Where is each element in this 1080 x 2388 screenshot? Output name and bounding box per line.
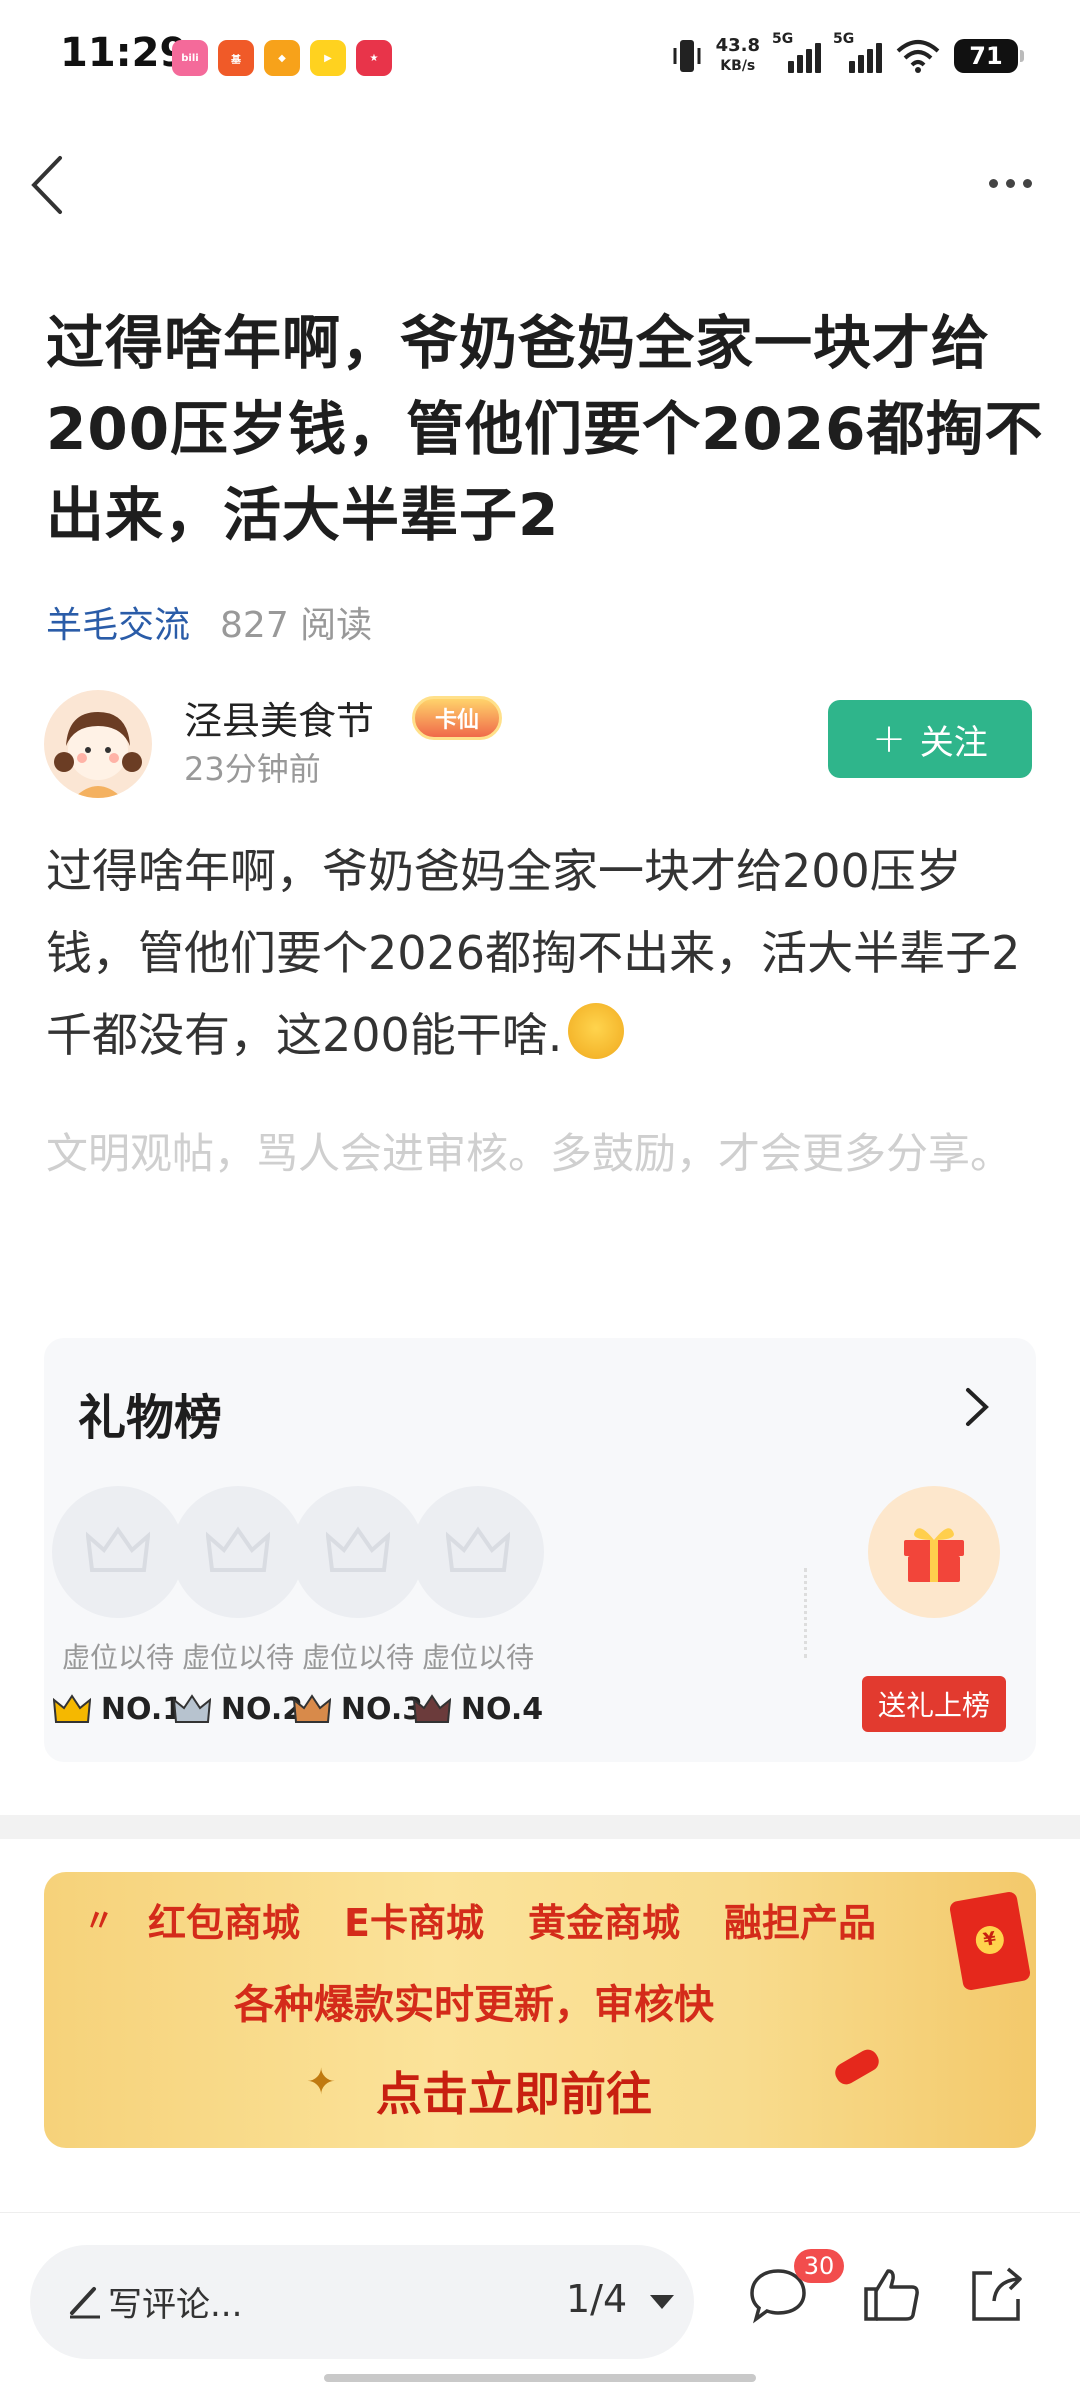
chevron-right-icon[interactable] <box>956 1382 996 1432</box>
section-divider <box>0 1815 1080 1839</box>
crown-outline-icon <box>292 1486 424 1618</box>
fund-icon: 基 <box>218 40 254 76</box>
dark-crown-icon <box>412 1693 451 1723</box>
gift-slot-1[interactable]: 虚位以待 NO.1 <box>50 1486 186 1727</box>
home-indicator[interactable] <box>324 2374 756 2382</box>
signal-strength-2: 5G <box>833 31 882 73</box>
more-dots-icon <box>988 178 998 188</box>
sparkle-icon: ✦ <box>306 2062 337 2103</box>
post-body: 过得啥年啊，爷奶爸妈全家一块才给200压岁钱，管他们要个2026都掏不出来，活大… <box>46 830 1046 1076</box>
author-level-badge: 卡仙 <box>412 696 502 740</box>
game-icon: ★ <box>356 40 392 76</box>
dropdown-caret-icon[interactable] <box>650 2295 674 2309</box>
gift-slot-4[interactable]: 虚位以待 NO.4 <box>410 1486 546 1727</box>
post-title: 过得啥年啊，爷奶爸妈全家一块才给200压岁钱，管他们要个2026都掏不出来，活大… <box>46 309 1044 549</box>
read-count: 827 阅读 <box>220 605 373 646</box>
gift-slot-placeholder: 虚位以待 <box>61 1641 174 1674</box>
post-meta: 羊毛交流 827 阅读 <box>46 596 372 648</box>
decoration-ticks: 〃 <box>84 1904 114 1939</box>
silver-crown-icon <box>172 1693 211 1723</box>
crying-emoji-icon <box>568 1003 625 1059</box>
mall-promo-banner[interactable]: 〃 红包商城 E卡商城 黄金商城 融担产品 各种爆款实时更新，审核快 ✦ 点击立… <box>44 1872 1036 2148</box>
signal-strength-1: 5G <box>772 31 821 73</box>
post-body-text: 过得啥年啊，爷奶爸妈全家一块才给200压岁钱，管他们要个2026都掏不出来，活大… <box>46 844 1021 1062</box>
author-avatar[interactable] <box>44 690 152 798</box>
gift-slot-rank: NO.2 <box>170 1692 306 1727</box>
banner-categories: 红包商城 E卡商城 黄金商城 融担产品 <box>148 1892 876 1947</box>
network-type-label: 5G <box>833 31 855 47</box>
post-time: 23分钟前 <box>184 750 321 788</box>
banner-item-redpacket-mall: 红包商城 <box>148 1901 301 1945</box>
comment-placeholder: 写评论... <box>108 2285 243 2325</box>
follow-label: 关注 <box>919 722 988 763</box>
vibrate-icon <box>673 40 701 72</box>
civility-notice: 文明观帖，骂人会进审核。多鼓励，才会更多分享。 <box>46 1129 1013 1178</box>
red-envelope-icon <box>948 1890 1032 1992</box>
back-chevron-icon[interactable] <box>24 150 74 220</box>
gift-slot-3[interactable]: 虚位以待 NO.3 <box>290 1486 426 1727</box>
gift-slot-placeholder: 虚位以待 <box>181 1641 294 1674</box>
gift-board: 礼物榜 虚位以待 NO.1 虚位以待 NO.2 虚位以待 NO.3 虚位以待 N… <box>44 1338 1036 1762</box>
gift-slot-placeholder: 虚位以待 <box>301 1641 414 1674</box>
gift-slot-rank: NO.1 <box>50 1692 186 1727</box>
comment-count-badge: 30 <box>794 2249 844 2283</box>
network-speed: 43.8 KB/s <box>716 36 760 76</box>
crown-outline-icon <box>412 1486 544 1618</box>
follow-button[interactable]: + 关注 <box>828 700 1032 778</box>
gift-slot-rank: NO.3 <box>290 1692 426 1727</box>
gift-slot-2[interactable]: 虚位以待 NO.2 <box>170 1486 306 1727</box>
more-options-button[interactable] <box>980 168 1040 198</box>
banner-item-gold-mall: 黄金商城 <box>527 1901 680 1945</box>
crown-outline-icon <box>172 1486 304 1618</box>
author-name[interactable]: 泾县美食节 <box>184 690 374 745</box>
pen-icon <box>70 2287 100 2319</box>
video-icon: ▶ <box>310 40 346 76</box>
gift-slot-rank: NO.4 <box>410 1692 546 1727</box>
plus-icon: + <box>872 716 906 762</box>
network-type-label: 5G <box>772 31 794 47</box>
banner-item-ecard-mall: E卡商城 <box>344 1901 484 1945</box>
thumbs-up-icon[interactable] <box>860 2263 924 2327</box>
network-speed-unit: KB/s <box>720 58 756 74</box>
meituan-icon: ◆ <box>264 40 300 76</box>
send-gift-button[interactable]: 送礼上榜 <box>862 1676 1006 1732</box>
network-speed-value: 43.8 <box>715 35 760 56</box>
bottom-action-bar: 写评论... 1/4 30 <box>0 2212 1080 2388</box>
rank-label: NO.4 <box>460 1692 544 1727</box>
divider <box>804 1568 807 1658</box>
battery-level: 71 <box>954 39 1024 73</box>
crown-outline-icon <box>52 1486 184 1618</box>
status-bar: 11:29 bili 基 ◆ ▶ ★ 43.8 KB/s 5G 5G 71 <box>0 0 1080 115</box>
wifi-icon <box>896 40 940 73</box>
banner-cta[interactable]: 点击立即前往 <box>376 2058 652 2124</box>
notification-app-icons: bili 基 ◆ ▶ ★ <box>172 40 392 76</box>
share-icon[interactable] <box>964 2263 1028 2327</box>
banner-subtitle: 各种爆款实时更新，审核快 <box>234 1982 714 2028</box>
gift-box-icon[interactable] <box>868 1486 1000 1618</box>
ribbon-decoration <box>831 2045 883 2089</box>
status-time: 11:29 <box>60 30 188 76</box>
bilibili-icon: bili <box>172 40 208 76</box>
status-indicators: 43.8 KB/s 5G 5G 71 <box>672 31 1024 76</box>
gold-crown-icon <box>52 1693 91 1723</box>
gift-slot-placeholder: 虚位以待 <box>421 1641 534 1674</box>
comment-input[interactable]: 写评论... 1/4 <box>30 2245 694 2359</box>
gift-board-title: 礼物榜 <box>78 1390 223 1446</box>
page-indicator[interactable]: 1/4 <box>566 2277 627 2321</box>
forum-link[interactable]: 羊毛交流 <box>46 596 190 648</box>
bronze-crown-icon <box>292 1693 331 1723</box>
banner-item-guarantee-products: 融担产品 <box>724 1901 877 1945</box>
